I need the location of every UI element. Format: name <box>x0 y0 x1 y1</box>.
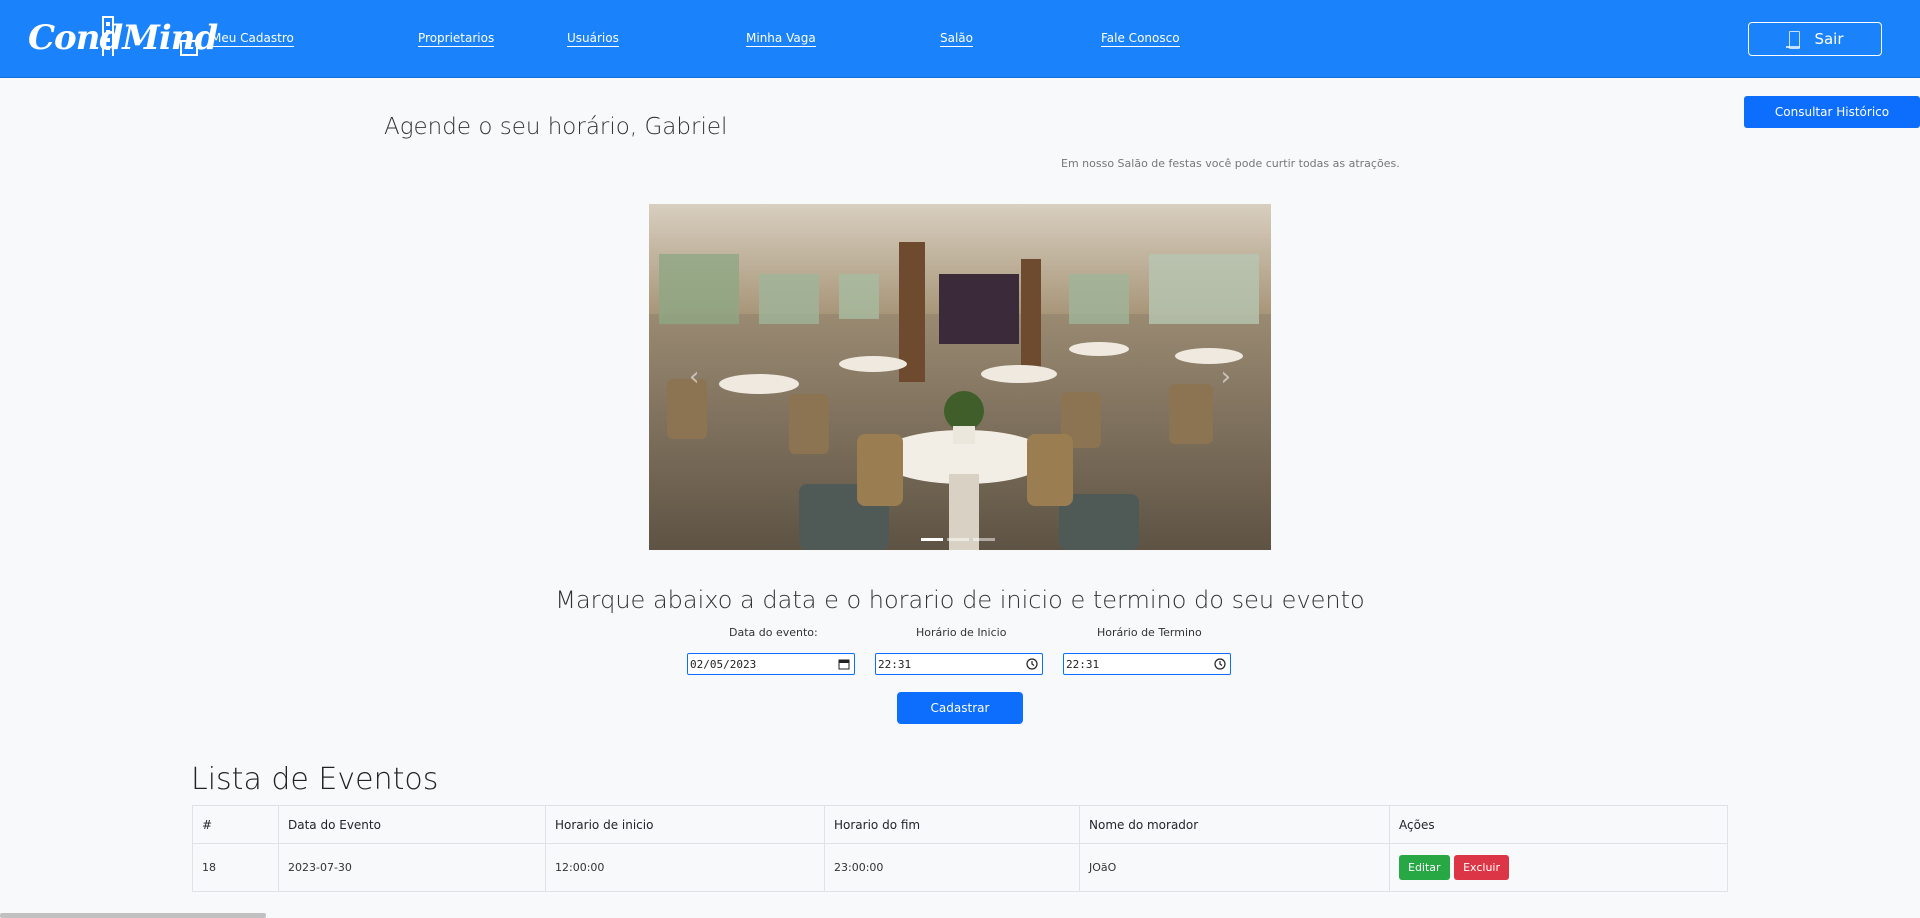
form-title: Marque abaixo a data e o horario de inic… <box>555 586 1365 614</box>
nav-link-minha-vaga[interactable]: Minha Vaga <box>746 31 816 47</box>
column-header: Ações <box>1389 805 1728 844</box>
carousel-indicators <box>921 538 995 541</box>
events-title: Lista de Eventos <box>191 762 439 797</box>
nav-link-fale-conosco[interactable]: Fale Conosco <box>1101 31 1180 47</box>
column-header: Horario do fim <box>824 805 1080 844</box>
event-start: 12:00:00 <box>545 843 825 892</box>
navbar: CondMind Meu Cadastro Proprietarios Usuá… <box>0 0 1920 78</box>
start-time-label: Horário de Inicio <box>916 626 1007 639</box>
history-button[interactable]: Consultar Histórico <box>1744 96 1920 128</box>
date-label: Data do evento: <box>729 626 818 639</box>
start-time-value: 22:31 <box>878 657 912 671</box>
calendar-icon[interactable] <box>838 658 850 670</box>
end-time-input[interactable]: 22:31 <box>1063 653 1231 675</box>
table-row: 18 2023-07-30 12:00:00 23:00:00 JOãO Edi… <box>192 843 1728 892</box>
logout-label: Sair <box>1814 30 1844 48</box>
party-hall-photo <box>649 204 1271 550</box>
page-title: Agende o seu horário, Gabriel <box>384 114 728 140</box>
event-date: 2023-07-30 <box>278 843 546 892</box>
column-header: # <box>192 805 279 844</box>
nav-link-meu-cadastro[interactable]: Meu Cadastro <box>211 31 294 47</box>
door-icon <box>1786 31 1801 49</box>
table-header-row: # Data do Evento Horario de inicio Horar… <box>192 805 1728 844</box>
column-header: Horario de inicio <box>545 805 825 844</box>
page-subtitle: Em nosso Salão de festas você pode curti… <box>1061 157 1400 170</box>
event-resident: JOãO <box>1079 843 1390 892</box>
edit-button[interactable]: Editar <box>1399 855 1450 880</box>
carousel-indicator[interactable] <box>973 538 995 541</box>
logo[interactable]: CondMind <box>28 14 218 60</box>
event-actions: Editar Excluir <box>1389 843 1728 892</box>
column-header: Nome do morador <box>1079 805 1390 844</box>
chevron-left-icon[interactable]: ‹ <box>689 362 699 392</box>
clock-icon[interactable] <box>1026 658 1038 670</box>
nav-link-usuarios[interactable]: Usuários <box>567 31 619 47</box>
nav-link-proprietarios[interactable]: Proprietarios <box>418 31 495 47</box>
logout-button[interactable]: Sair <box>1748 22 1882 56</box>
house-icon <box>180 40 198 56</box>
event-id: 18 <box>192 843 279 892</box>
event-end: 23:00:00 <box>824 843 1080 892</box>
building-icon <box>102 16 114 56</box>
end-time-label: Horário de Termino <box>1097 626 1202 639</box>
submit-button[interactable]: Cadastrar <box>897 692 1023 724</box>
delete-button[interactable]: Excluir <box>1454 855 1509 880</box>
event-date-input[interactable]: 02/05/2023 <box>687 653 855 675</box>
chevron-right-icon[interactable]: › <box>1221 362 1231 392</box>
end-time-value: 22:31 <box>1066 657 1100 671</box>
horizontal-scrollbar[interactable] <box>0 913 266 918</box>
column-header: Data do Evento <box>278 805 546 844</box>
events-table: # Data do Evento Horario de inicio Horar… <box>192 805 1728 892</box>
carousel-indicator[interactable] <box>947 538 969 541</box>
start-time-input[interactable]: 22:31 <box>875 653 1043 675</box>
event-date-value: 02/05/2023 <box>690 657 757 671</box>
carousel-indicator[interactable] <box>921 538 943 541</box>
nav-link-salao[interactable]: Salão <box>940 31 973 47</box>
carousel: ‹ › <box>649 204 1271 550</box>
clock-icon[interactable] <box>1214 658 1226 670</box>
